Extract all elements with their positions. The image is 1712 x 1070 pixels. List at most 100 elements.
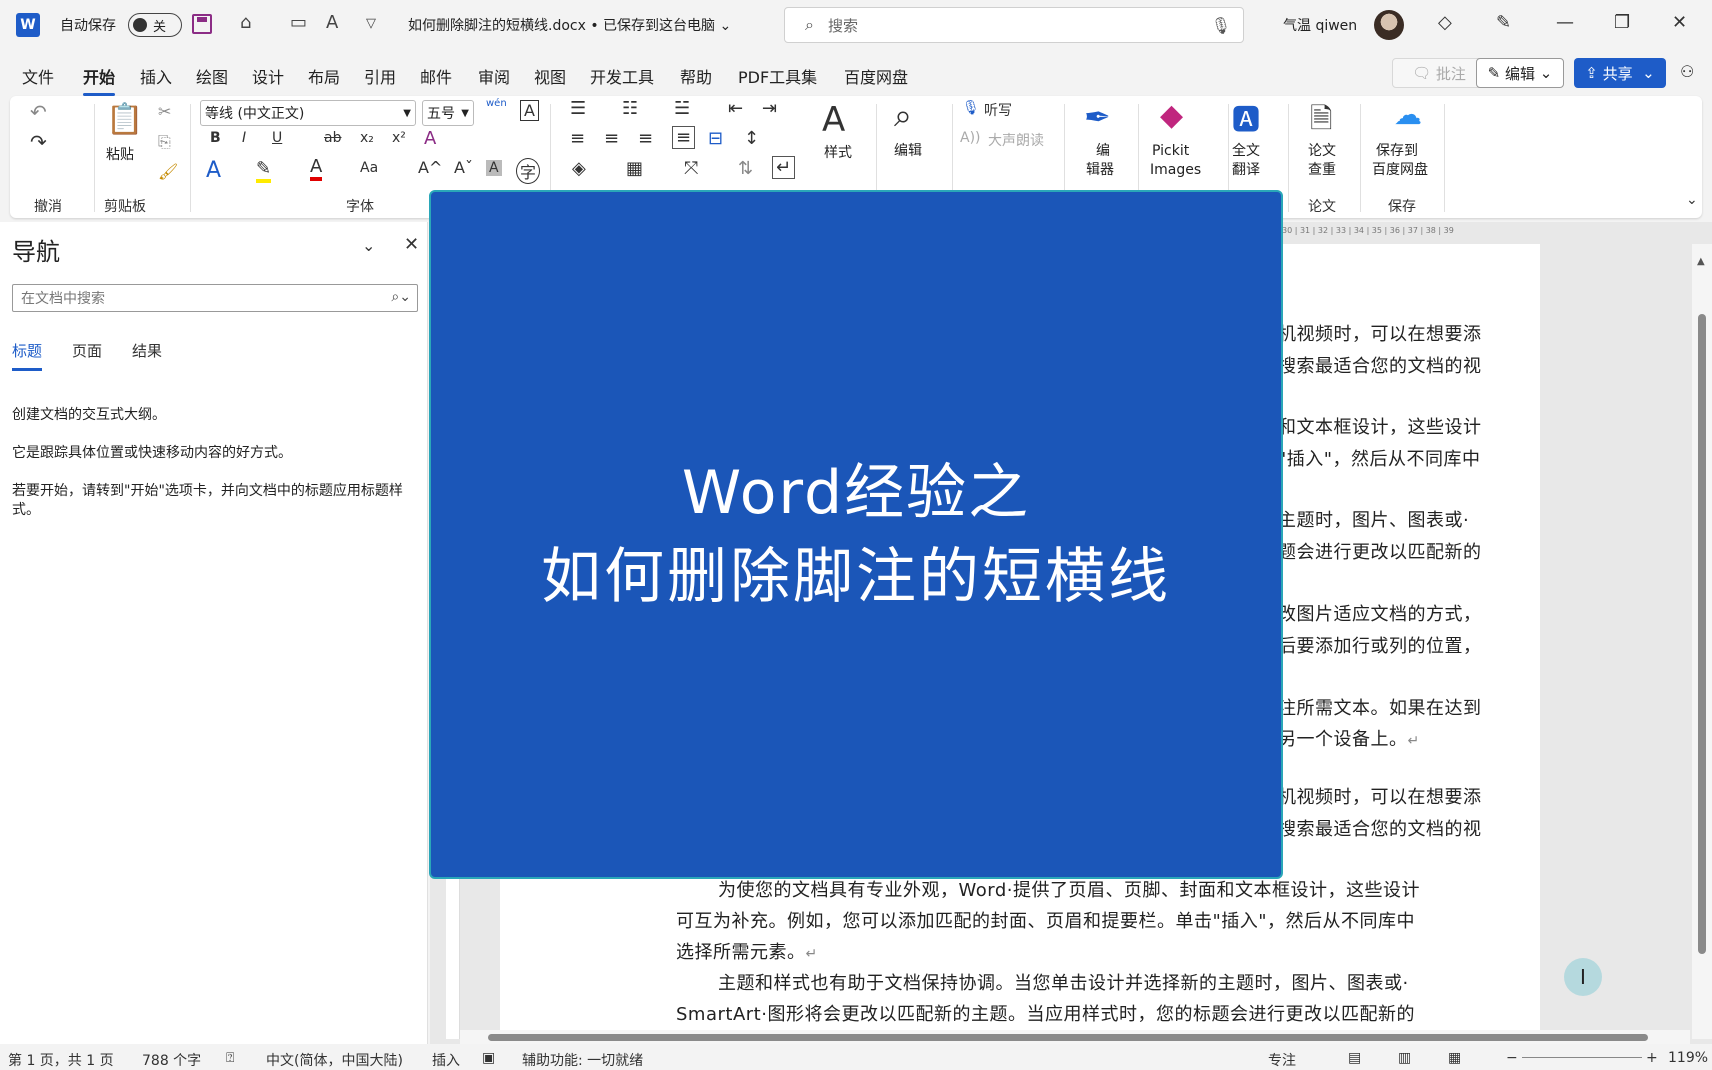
bold-icon[interactable]: B — [210, 130, 221, 146]
user-name[interactable]: 气温 qiwen — [1283, 15, 1357, 35]
nav-search-input[interactable]: 在文档中搜索 ⌕⌄ — [12, 284, 418, 312]
status-language[interactable]: 中文(简体，中国大陆) — [266, 1050, 403, 1070]
tab-file[interactable]: 文件 — [22, 64, 54, 88]
paste-icon[interactable]: 📋 — [106, 102, 143, 137]
doc-line[interactable]: 改图片适应文档的方式， — [1278, 600, 1482, 626]
clear-formatting-icon[interactable]: A — [424, 128, 436, 149]
show-marks-icon[interactable]: ↵ — [772, 156, 796, 179]
avatar[interactable] — [1374, 10, 1404, 40]
doc-line[interactable]: SmartArt·图形将会更改以匹配新的主题。当应用样式时，您的标题会进行更改以… — [676, 1000, 1415, 1026]
scroll-thumb[interactable] — [1698, 314, 1706, 954]
text-effects-icon[interactable]: A — [206, 158, 221, 183]
tab-design[interactable]: 设计 — [252, 64, 284, 88]
print-layout-icon[interactable]: ▥ — [1398, 1050, 1411, 1066]
zoom-out-icon[interactable]: − — [1506, 1050, 1518, 1066]
nav-tab-headings[interactable]: 标题 — [12, 340, 43, 371]
horizontal-scrollbar[interactable] — [460, 1030, 1690, 1044]
status-page[interactable]: 第 1 页，共 1 页 — [8, 1050, 114, 1070]
scroll-up-icon[interactable]: ▲ — [1697, 256, 1705, 267]
vertical-scrollbar[interactable]: ▲ — [1692, 244, 1712, 1039]
doc-line[interactable]: 另一个设备上。↵ — [1278, 725, 1420, 751]
baidu-label-1[interactable]: 保存到 — [1376, 142, 1418, 161]
comment-button[interactable]: 🗨 批注 — [1392, 58, 1486, 88]
baidu-cloud-icon[interactable]: ☁ — [1394, 98, 1422, 131]
tab-view[interactable]: 视图 — [534, 64, 566, 88]
read-mode-icon[interactable]: ▤ — [1348, 1050, 1361, 1066]
horizontal-ruler[interactable]: 30 | 31 | 32 | 33 | 34 | 35 | 36 | 37 | … — [1282, 226, 1677, 242]
tab-review[interactable]: 审阅 — [478, 64, 510, 88]
sort-icon[interactable]: ⇅ — [738, 158, 753, 179]
nav-tab-results[interactable]: 结果 — [132, 340, 162, 361]
share-button[interactable]: ⇪ 共享 ⌄ — [1574, 58, 1666, 88]
nav-tab-pages[interactable]: 页面 — [72, 340, 102, 361]
status-word-count[interactable]: 788 个字 — [142, 1050, 201, 1070]
web-layout-icon[interactable]: ▦ — [1448, 1050, 1461, 1066]
font-name-combo[interactable]: 等线 (中文正文) ▼ — [200, 100, 416, 126]
doc-line[interactable]: 搜索最适合您的文档的视 — [1278, 352, 1482, 378]
paste-label[interactable]: 粘贴 — [106, 146, 134, 165]
tab-developer[interactable]: 开发工具 — [590, 64, 654, 88]
doc-line[interactable]: 搜索最适合您的文档的视 — [1278, 815, 1482, 841]
doc-line[interactable]: 主题时，图片、图表或· — [1278, 506, 1469, 532]
spelling-icon[interactable]: A — [326, 12, 338, 33]
numbering-icon[interactable]: ☷ — [622, 98, 638, 119]
save-icon[interactable] — [192, 14, 212, 34]
doc-line[interactable]: 机视频时，可以在想要添 — [1278, 783, 1482, 809]
enclose-characters-icon[interactable]: 字 — [516, 158, 541, 184]
pickit-label-2[interactable]: Images — [1150, 161, 1201, 180]
borders-icon[interactable]: ▦ — [626, 158, 643, 179]
paper-label-2[interactable]: 查重 — [1308, 161, 1336, 180]
ribbon-collapse-icon[interactable]: ⌄ — [1686, 192, 1698, 208]
doc-line[interactable]: 为使您的文档具有专业外观，Word·提供了页眉、页脚、封面和文本框设计，这些设计 — [718, 876, 1420, 902]
coauthor-icon[interactable]: ⚇ — [1680, 62, 1694, 81]
character-border-icon[interactable]: A — [520, 100, 539, 121]
dictate-icon[interactable]: 🎙 — [962, 100, 980, 116]
dictate-label[interactable]: 听写 — [984, 100, 1012, 120]
phonetic-guide-icon[interactable]: wén — [486, 98, 507, 109]
doc-line[interactable]: "插入"，然后从不同库中 — [1278, 445, 1481, 471]
tab-mailings[interactable]: 邮件 — [420, 64, 452, 88]
multilevel-list-icon[interactable]: ☱ — [674, 98, 690, 119]
macro-icon[interactable]: ▣ — [482, 1050, 495, 1066]
align-right-icon[interactable]: ≡ — [638, 128, 653, 149]
undo-icon[interactable]: ↶ — [30, 100, 47, 124]
scroll-thumb[interactable] — [488, 1034, 1648, 1041]
copy-icon[interactable]: ⎘ — [158, 132, 171, 152]
search-icon[interactable]: ⌕⌄ — [391, 289, 411, 305]
shrink-font-icon[interactable]: Aˇ — [454, 158, 473, 177]
subscript-icon[interactable]: x₂ — [360, 130, 374, 146]
microphone-icon[interactable]: 🎙 — [1211, 16, 1231, 35]
editor-icon[interactable]: ✒ — [1084, 98, 1111, 136]
font-color-icon[interactable]: A — [310, 156, 323, 181]
find-icon[interactable]: ⌕ — [894, 96, 912, 135]
distributed-icon[interactable]: ⊟ — [708, 128, 723, 149]
pickit-icon[interactable]: ◆ — [1160, 98, 1183, 133]
styles-icon[interactable]: A — [822, 100, 845, 140]
restore-icon[interactable]: ❐ — [1614, 12, 1630, 33]
doc-line[interactable]: 主题和样式也有助于文档保持协调。当您单击设计并选择新的主题时，图片、图表或· — [718, 969, 1409, 995]
chevron-down-icon[interactable]: ⌄ — [362, 236, 375, 255]
italic-icon[interactable]: I — [242, 130, 246, 146]
read-aloud-label[interactable]: 大声朗读 — [988, 130, 1044, 150]
tab-references[interactable]: 引用 — [364, 64, 396, 88]
pen-icon[interactable]: ✎ — [1496, 12, 1511, 33]
close-icon[interactable]: ✕ — [404, 234, 419, 255]
tab-baidu-netdisk[interactable]: 百度网盘 — [844, 64, 908, 88]
character-shading-icon[interactable]: A — [486, 160, 502, 176]
customize-quick-access-icon[interactable]: ▽ — [366, 16, 376, 31]
underline-icon[interactable]: U — [272, 130, 282, 146]
tab-draw[interactable]: 绘图 — [196, 64, 228, 88]
status-focus[interactable]: 专注 — [1268, 1050, 1296, 1070]
paper-check-icon[interactable]: 🗎 — [1310, 98, 1333, 146]
baidu-label-2[interactable]: 百度网盘 — [1372, 161, 1428, 180]
translate-label-1[interactable]: 全文 — [1232, 142, 1260, 161]
grow-font-icon[interactable]: A^ — [418, 158, 442, 177]
minimize-icon[interactable]: — — [1556, 12, 1574, 33]
editor-label-2[interactable]: 辑器 — [1086, 161, 1114, 180]
highlight-icon[interactable]: ✎ — [256, 158, 272, 183]
document-title[interactable]: 如何删除脚注的短横线.docx • 已保存到这台电脑 ⌄ — [408, 15, 731, 35]
strikethrough-icon[interactable]: ab — [324, 130, 341, 146]
proofing-icon[interactable]: ⍰ — [226, 1050, 234, 1066]
redo-icon[interactable]: ↷ — [30, 130, 47, 154]
read-aloud-icon[interactable]: A)) — [960, 130, 981, 146]
